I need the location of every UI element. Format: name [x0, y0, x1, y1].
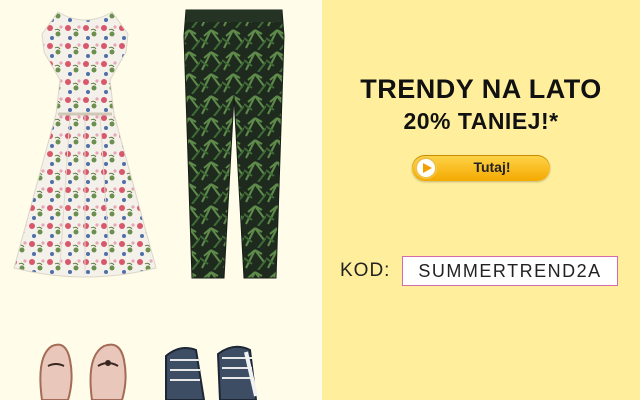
play-icon: [415, 157, 437, 179]
sneakers-image: [165, 345, 258, 400]
promo-code-label: KOD:: [340, 260, 391, 281]
palm-print-trousers-image: [183, 9, 285, 279]
promo-code-value[interactable]: SUMMERTREND2A: [402, 256, 618, 286]
floral-dress-image: [13, 11, 157, 278]
cta-button[interactable]: Tutaj!: [412, 155, 550, 181]
promo-banner[interactable]: TRENDY NA LATO 20% TANIEJ!* Tutaj! KOD: …: [0, 0, 640, 400]
product-collage: [0, 0, 322, 400]
headline-line-2: 20% TANIEJ!*: [403, 108, 559, 134]
headline-line-1: TRENDY NA LATO: [360, 74, 602, 104]
promo-panel: TRENDY NA LATO 20% TANIEJ!* Tutaj! KOD: …: [322, 0, 640, 400]
ballet-flats-image: [39, 343, 127, 400]
cta-button-label: Tutaj!: [473, 159, 511, 175]
